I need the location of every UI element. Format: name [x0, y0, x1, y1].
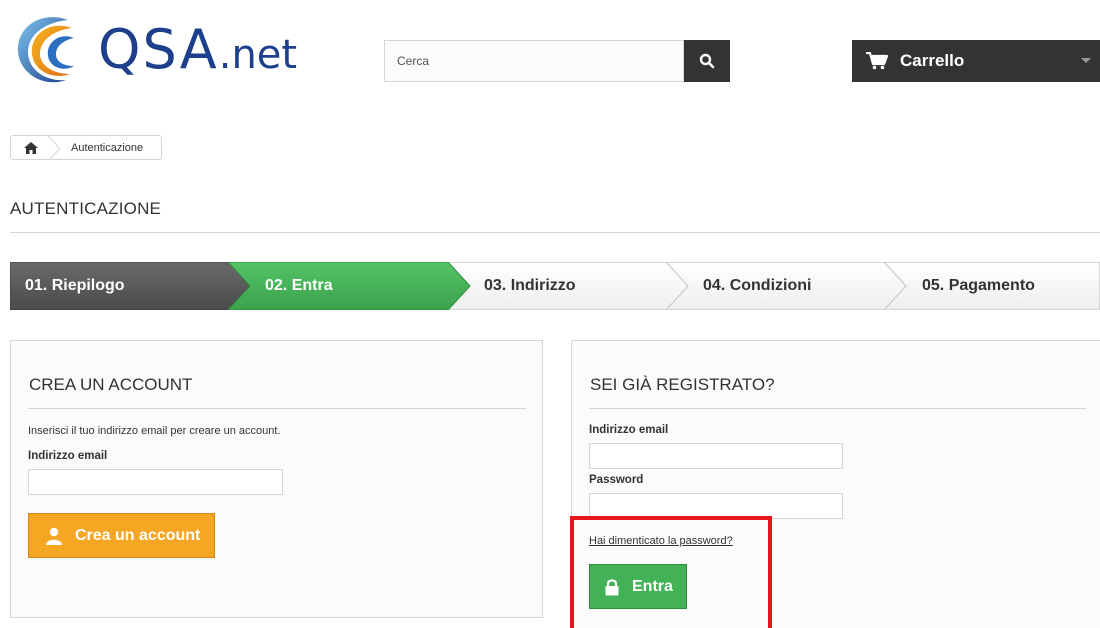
step-indirizzo[interactable]: 03. Indirizzo [484, 277, 576, 295]
login-email-input[interactable] [589, 443, 843, 469]
step-entra[interactable]: 02. Entra [265, 277, 333, 295]
user-icon [46, 527, 62, 545]
divider [589, 408, 1086, 409]
cart-icon [866, 52, 888, 70]
create-account-button[interactable]: Crea un account [28, 513, 215, 558]
login-password-input[interactable] [589, 493, 843, 519]
create-email-input[interactable] [28, 469, 283, 495]
search-icon [699, 53, 715, 69]
divider [10, 232, 1100, 233]
search-bar [384, 40, 730, 82]
divider [28, 408, 526, 409]
breadcrumb: Autenticazione [10, 135, 162, 160]
breadcrumb-home-link[interactable] [11, 136, 51, 159]
home-icon [24, 141, 38, 154]
page-title: AUTENTICAZIONE [10, 199, 162, 218]
create-email-label: Indirizzo email [28, 450, 108, 462]
search-button[interactable] [684, 40, 730, 82]
create-account-panel: CREA UN ACCOUNT Inserisci il tuo indiriz… [10, 340, 543, 618]
login-title: SEI GIÀ REGISTRATO? [590, 375, 775, 394]
login-button[interactable]: Entra [589, 564, 687, 609]
checkout-steps: 01. Riepilogo 02. Entra 03. Indirizzo 04… [10, 262, 1100, 310]
step-pagamento[interactable]: 05. Pagamento [922, 277, 1035, 295]
create-account-title: CREA UN ACCOUNT [29, 375, 193, 394]
chevron-down-icon [1081, 58, 1091, 63]
site-logo[interactable]: QSA.net [10, 10, 355, 90]
logo-text: QSA.net [98, 18, 298, 81]
login-password-label: Password [589, 474, 644, 486]
cart-button[interactable]: Carrello [852, 40, 1100, 82]
breadcrumb-current: Autenticazione [71, 141, 144, 154]
cart-label: Carrello [900, 51, 965, 70]
step-condizioni[interactable]: 04. Condizioni [703, 277, 811, 295]
login-button-label: Entra [632, 577, 673, 595]
breadcrumb-separator [47, 136, 61, 159]
lock-icon [605, 578, 619, 595]
create-account-description: Inserisci il tuo indirizzo email per cre… [28, 425, 281, 437]
step-riepilogo[interactable]: 01. Riepilogo [25, 277, 125, 295]
forgot-password-link[interactable]: Hai dimenticato la password? [589, 535, 733, 547]
search-input[interactable] [384, 40, 684, 82]
login-email-label: Indirizzo email [589, 424, 669, 436]
logo-swirl-icon [17, 17, 74, 83]
create-account-button-label: Crea un account [75, 526, 201, 544]
login-panel: SEI GIÀ REGISTRATO? Indirizzo email Pass… [571, 340, 1100, 628]
